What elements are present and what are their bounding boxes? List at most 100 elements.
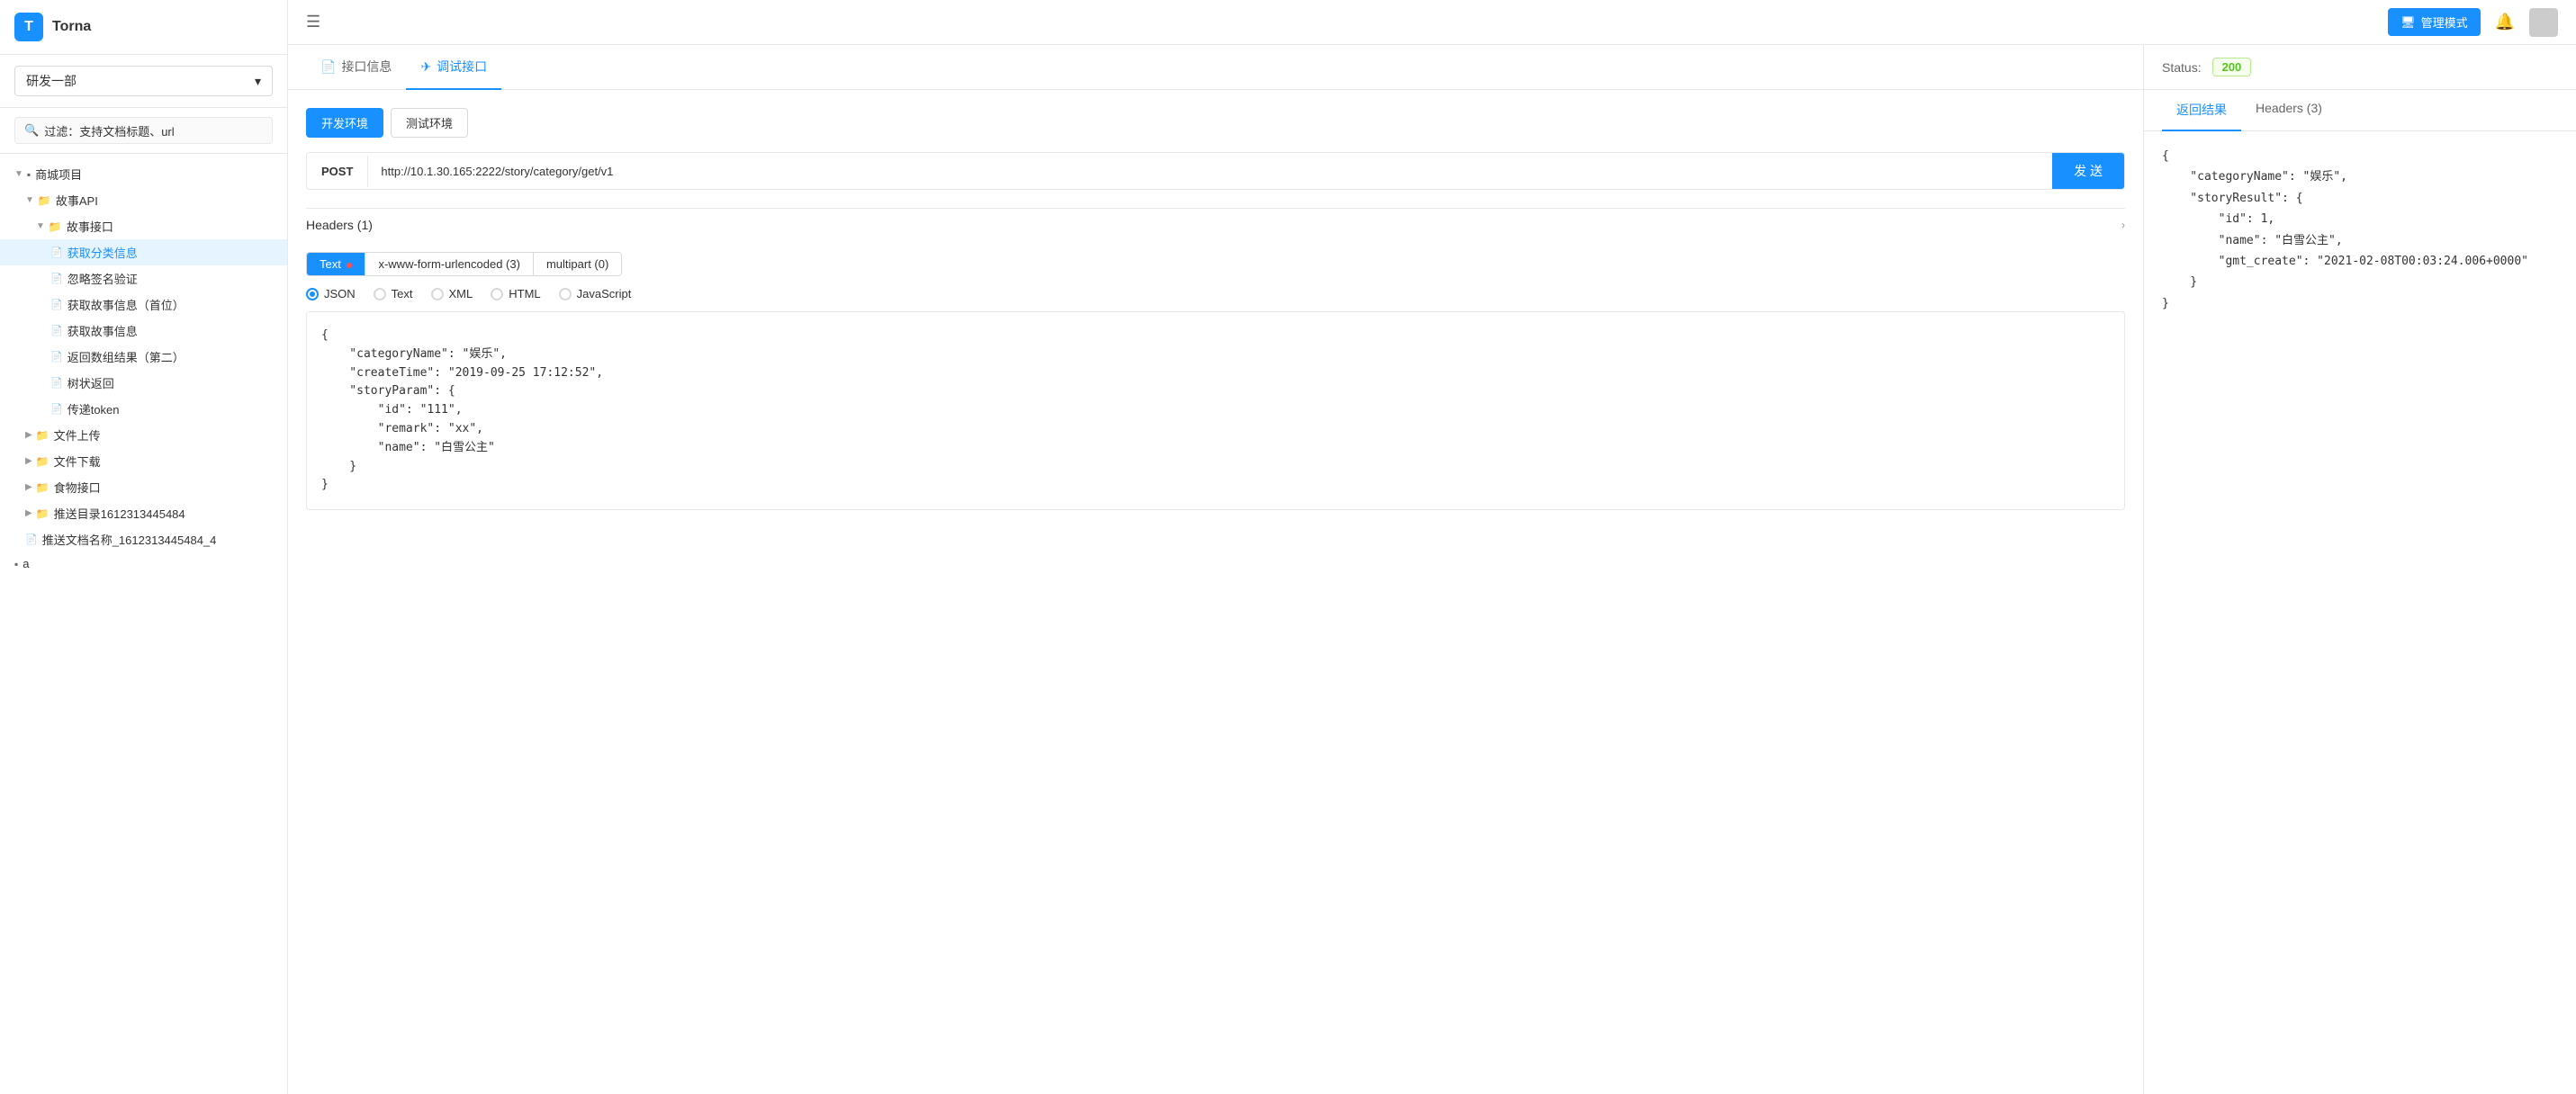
url-input[interactable] <box>368 156 2052 187</box>
body-tab-multipart[interactable]: multipart (0) <box>534 253 621 275</box>
result-tab-return[interactable]: 返回结果 <box>2162 90 2241 131</box>
sidebar-item-story-api[interactable]: ▼ 📁 故事API <box>0 187 287 213</box>
search-icon: 🔍 <box>24 123 39 138</box>
body-tab-text[interactable]: Text <box>307 253 365 275</box>
arrow-icon: ▶ <box>25 482 32 492</box>
app-logo: T <box>14 13 43 41</box>
format-radio-group: JSON Text XML HTML <box>306 287 2125 300</box>
folder-icon: 📁 <box>36 455 50 468</box>
radio-circle-json <box>306 288 319 300</box>
radio-circle-js <box>559 288 572 300</box>
arrow-icon: ▶ <box>25 508 32 518</box>
app-name: Torna <box>52 19 91 35</box>
sidebar-item-label: 文件下载 <box>54 453 101 470</box>
dept-dropdown[interactable]: 研发一部 ▾ <box>14 66 273 96</box>
env-buttons: 开发环境 测试环境 <box>306 108 2125 138</box>
tab-info-label: 接口信息 <box>341 58 392 76</box>
sidebar-item-story-interface[interactable]: ▼ 📁 故事接口 <box>0 213 287 239</box>
file-icon: 📄 <box>50 403 63 415</box>
env-dev-button[interactable]: 开发环境 <box>306 108 383 138</box>
bell-icon[interactable]: 🔔 <box>2495 13 2515 31</box>
sidebar-item-push-dir[interactable]: ▶ 📁 推送目录1612313445484 <box>0 500 287 526</box>
arrow-icon: ▶ <box>25 456 32 466</box>
file-icon: 📄 <box>50 247 63 258</box>
doc-icon: 📄 <box>320 59 336 75</box>
tab-info[interactable]: 📄 接口信息 <box>306 45 406 90</box>
method-label: POST <box>307 156 368 187</box>
format-text[interactable]: Text <box>374 287 413 300</box>
env-test-button[interactable]: 测试环境 <box>391 108 468 138</box>
status-badge: 200 <box>2212 58 2252 76</box>
mgmt-btn-label: 管理模式 <box>2421 13 2468 31</box>
dot-indicator <box>347 263 352 268</box>
arrow-icon: ▼ <box>25 195 34 205</box>
sidebar-item-label: 获取故事信息 <box>68 322 138 339</box>
search-input[interactable] <box>44 124 263 138</box>
sidebar-item-get-story[interactable]: 📄 获取故事信息 <box>0 318 287 344</box>
file-icon: 📄 <box>50 377 63 389</box>
dept-selector-area: 研发一部 ▾ <box>0 55 287 108</box>
file-icon: 📄 <box>50 299 63 310</box>
folder-icon: 📁 <box>49 220 62 233</box>
status-label: Status: <box>2162 60 2202 75</box>
sidebar-item-pass-token[interactable]: 📄 传递token <box>0 396 287 422</box>
file-icon: 📄 <box>50 351 63 363</box>
format-xml[interactable]: XML <box>431 287 473 300</box>
file-icon: 📄 <box>25 534 38 545</box>
folder-icon: 📁 <box>36 481 50 494</box>
format-js[interactable]: JavaScript <box>559 287 632 300</box>
group-icon: ▪ <box>14 558 18 570</box>
sidebar-item-ignore-sign[interactable]: 📄 忽略签名验证 <box>0 265 287 291</box>
send-button[interactable]: 发 送 <box>2052 153 2124 189</box>
headers-title: Headers (1) <box>306 218 373 232</box>
format-text-label: Text <box>392 287 413 300</box>
format-xml-label: XML <box>449 287 473 300</box>
sidebar-item-push-doc[interactable]: 📄 推送文档名称_1612313445484_4 <box>0 526 287 552</box>
sidebar-item-get-story-first[interactable]: 📄 获取故事信息（首位） <box>0 291 287 318</box>
sidebar-item-food[interactable]: ▶ 📁 食物接口 <box>0 474 287 500</box>
radio-circle-text <box>374 288 386 300</box>
body-tab-form-label: x-www-form-urlencoded (3) <box>378 257 519 271</box>
sidebar-item-return-multi[interactable]: 📄 返回数组结果（第二） <box>0 344 287 370</box>
sidebar-item-get-category[interactable]: 📄 获取分类信息 <box>0 239 287 265</box>
main-area: ☰ 🖥 管理模式 🔔 📄 接口信息 ✈ 调试接口 <box>288 0 2576 1094</box>
format-js-label: JavaScript <box>577 287 632 300</box>
sidebar-item-a[interactable]: ▪ a <box>0 552 287 575</box>
api-content: 开发环境 测试环境 POST 发 送 Headers (1) › <box>288 90 2143 528</box>
sidebar-item-label: 获取分类信息 <box>68 244 138 261</box>
arrow-icon: ▼ <box>14 169 23 179</box>
monitor-icon: 🖥 <box>2400 15 2416 30</box>
body-tab-text-label: Text <box>320 257 341 271</box>
format-json-label: JSON <box>324 287 356 300</box>
sidebar-item-label: 故事接口 <box>67 218 113 235</box>
result-panel: Status: 200 返回结果 Headers (3) { "category… <box>2144 45 2576 1094</box>
search-wrapper: 🔍 <box>14 117 273 144</box>
sidebar-item-file-upload[interactable]: ▶ 📁 文件上传 <box>0 422 287 448</box>
radio-circle-html <box>491 288 503 300</box>
sidebar-item-label: 文件上传 <box>54 426 101 444</box>
hamburger-icon[interactable]: ☰ <box>306 13 320 31</box>
chevron-right-icon: › <box>2121 219 2125 231</box>
sidebar-item-label: 树状返回 <box>68 374 114 391</box>
sidebar-item-tree-return[interactable]: 📄 树状返回 <box>0 370 287 396</box>
result-code-area: { "categoryName": "娱乐", "storyResult": {… <box>2144 131 2576 328</box>
topbar: ☰ 🖥 管理模式 🔔 <box>288 0 2576 45</box>
sidebar-header: T Torna <box>0 0 287 55</box>
arrow-icon: ▶ <box>25 430 32 440</box>
tab-debug[interactable]: ✈ 调试接口 <box>406 45 501 90</box>
tab-debug-label: 调试接口 <box>437 58 487 76</box>
sidebar-item-mall[interactable]: ▼ ▪ 商城项目 <box>0 161 287 187</box>
body-code-editor[interactable]: { "categoryName": "娱乐", "createTime": "2… <box>306 311 2125 510</box>
sidebar-tree: ▼ ▪ 商城项目 ▼ 📁 故事API ▼ 📁 故事接口 📄 获取分类信息 📄 忽… <box>0 154 287 1094</box>
format-html[interactable]: HTML <box>491 287 540 300</box>
api-panel: 📄 接口信息 ✈ 调试接口 开发环境 测试环境 POST 发 <box>288 45 2144 1094</box>
sidebar-item-file-download[interactable]: ▶ 📁 文件下载 <box>0 448 287 474</box>
folder-icon: 📁 <box>36 429 50 442</box>
result-tab-headers[interactable]: Headers (3) <box>2241 90 2337 131</box>
body-tab-form[interactable]: x-www-form-urlencoded (3) <box>365 253 533 275</box>
avatar[interactable] <box>2529 8 2558 37</box>
file-icon: 📄 <box>50 273 63 284</box>
mgmt-mode-button[interactable]: 🖥 管理模式 <box>2388 8 2481 36</box>
format-json[interactable]: JSON <box>306 287 356 300</box>
chevron-down-icon: ▾ <box>255 74 261 89</box>
